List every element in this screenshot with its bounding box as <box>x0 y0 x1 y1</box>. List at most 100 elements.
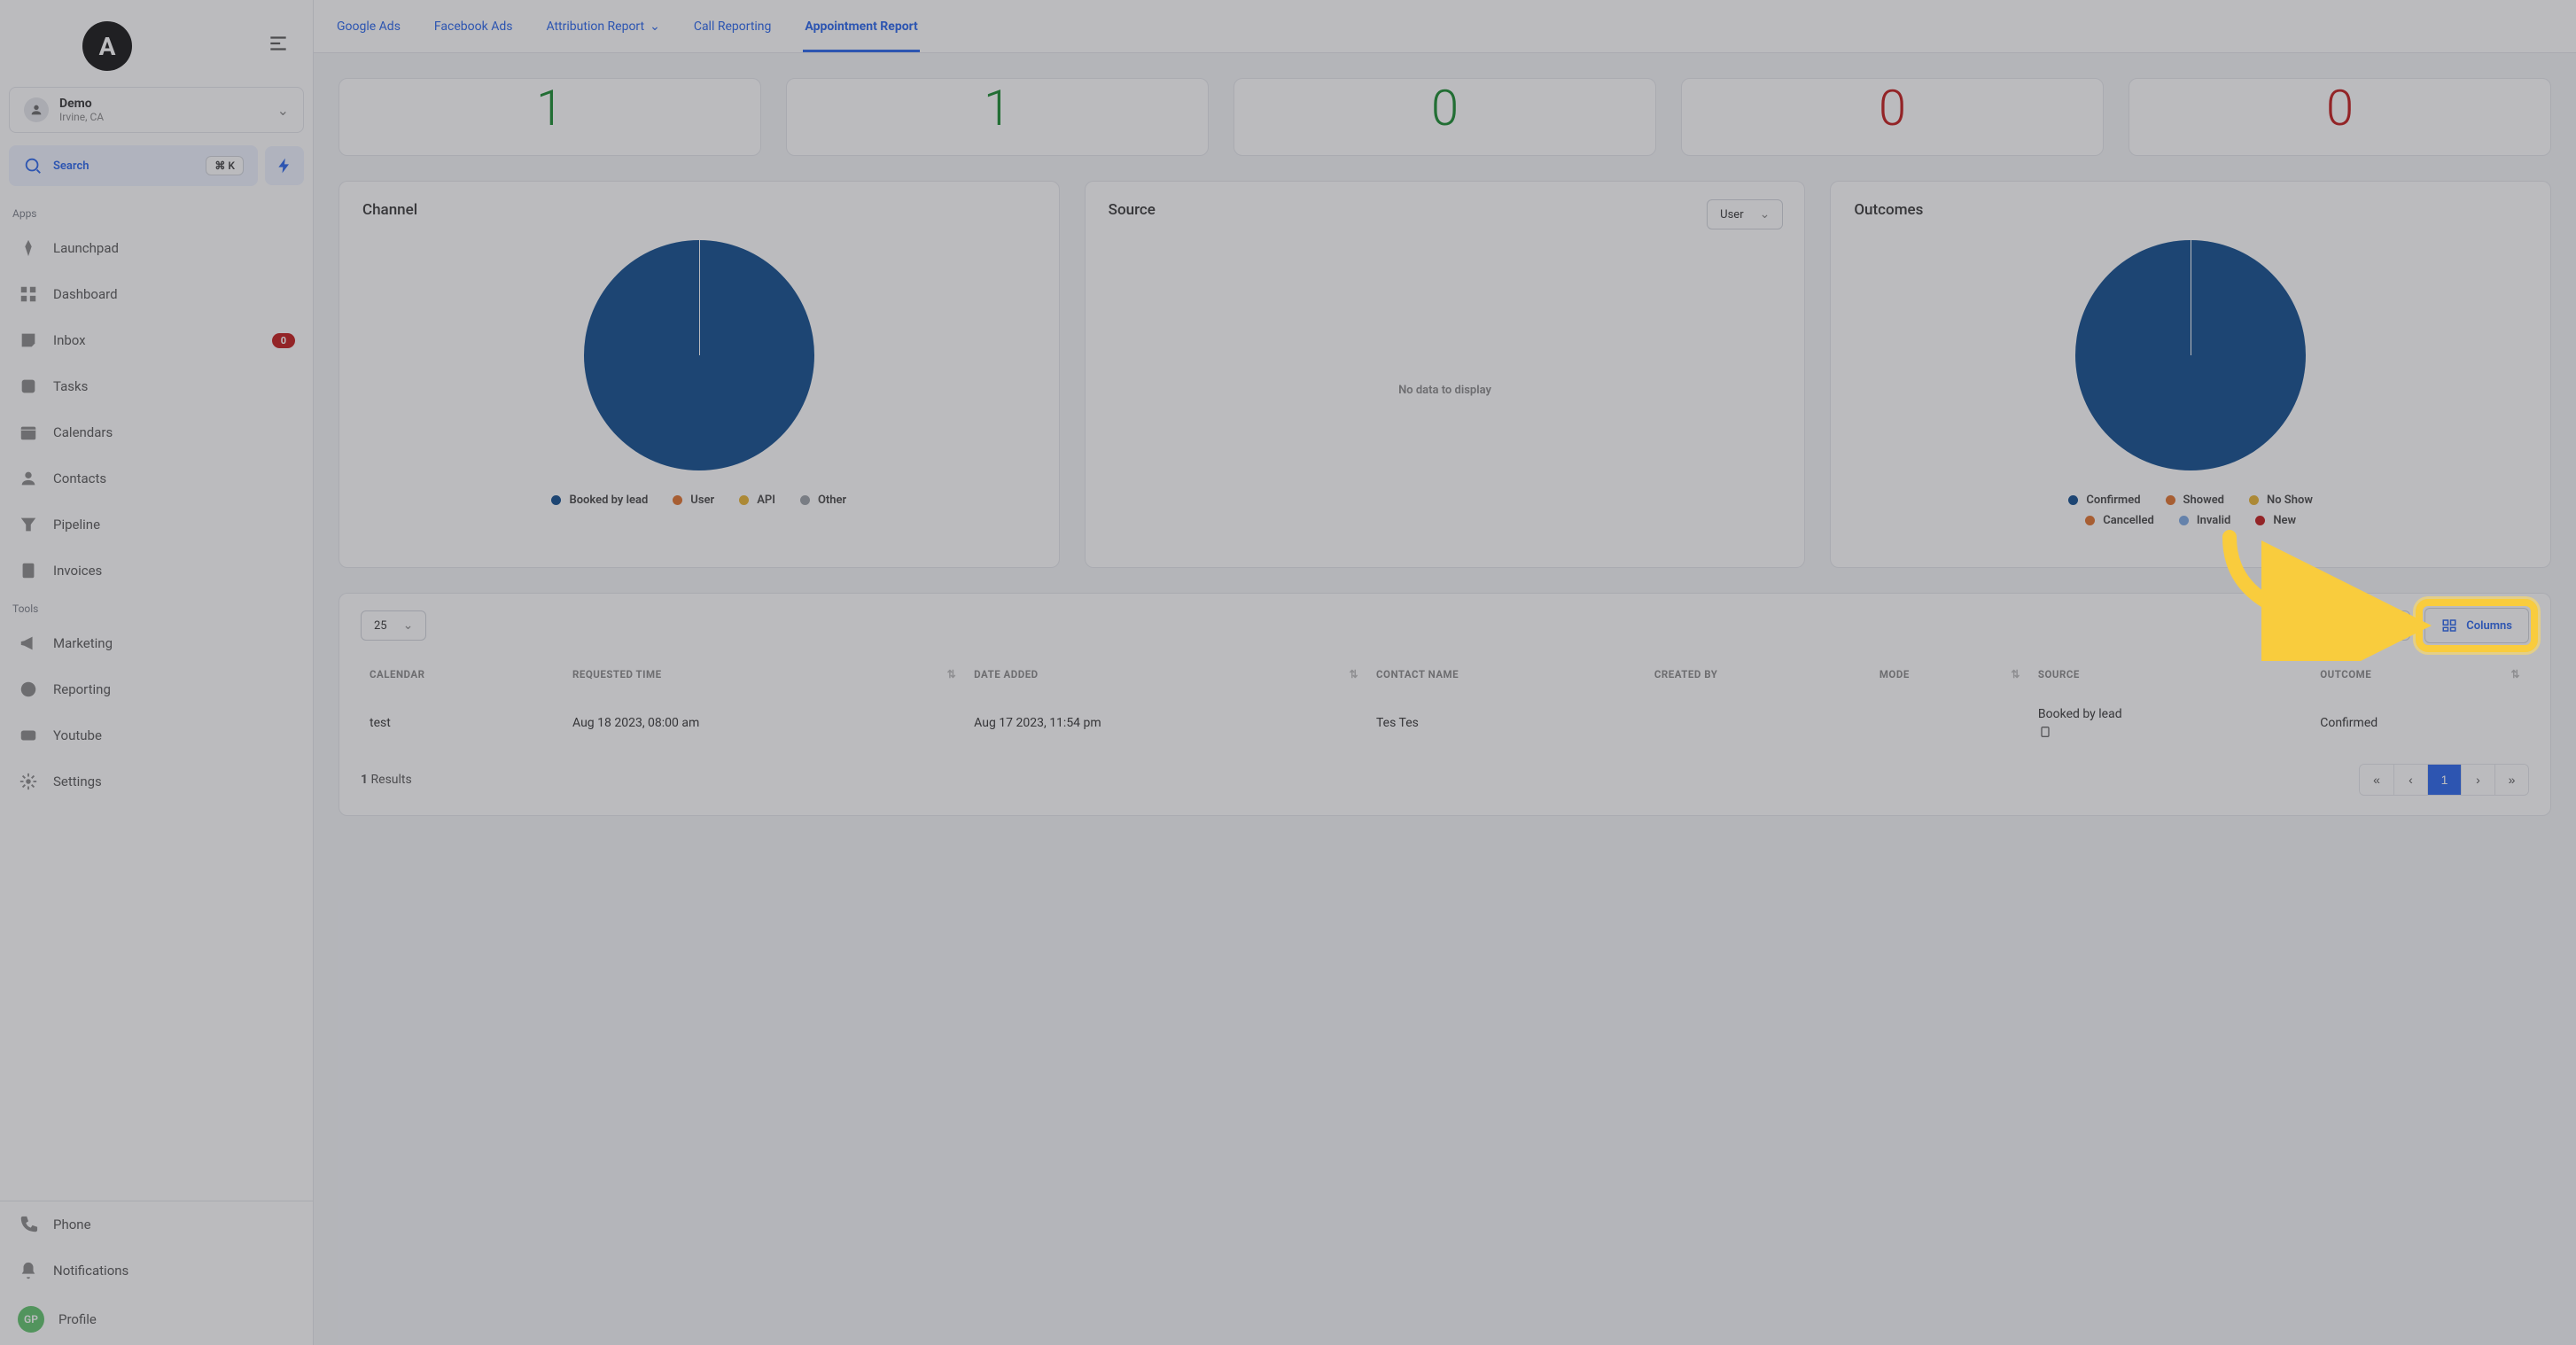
quick-action-button[interactable] <box>265 146 304 185</box>
nav-dashboard[interactable]: Dashboard <box>0 271 313 317</box>
tab-call-reporting[interactable]: Call Reporting <box>692 9 774 52</box>
nav-label: Marketing <box>53 635 113 651</box>
section-apps: Apps <box>0 198 313 225</box>
tab-appointment-report[interactable]: Appointment Report <box>803 9 919 52</box>
dashboard-icon <box>18 284 39 305</box>
nav-label: Notifications <box>53 1263 128 1279</box>
sort-icon: ⇅ <box>947 668 957 680</box>
page-size-dropdown[interactable]: 25 ⌄ <box>361 610 426 641</box>
invoice-icon <box>18 560 39 581</box>
nav-label: Contacts <box>53 470 106 486</box>
legend-swatch <box>673 495 682 505</box>
nav-youtube[interactable]: Youtube <box>0 712 313 758</box>
inbox-badge: 0 <box>272 333 295 348</box>
col-source[interactable]: SOURCE <box>2029 657 2311 691</box>
account-selector[interactable]: Demo Irvine, CA ⌄ <box>9 87 304 133</box>
nav-inbox[interactable]: Inbox 0 <box>0 317 313 363</box>
col-outcome[interactable]: OUTCOME⇅ <box>2311 657 2529 691</box>
kpi-card: 0 <box>1681 78 2104 156</box>
launchpad-icon <box>18 237 39 259</box>
col-mode[interactable]: MODE⇅ <box>1871 657 2029 691</box>
inbox-icon <box>18 330 39 351</box>
nav-label: Pipeline <box>53 517 100 533</box>
cell-mode <box>1871 691 2029 755</box>
nav-launchpad[interactable]: Launchpad <box>0 225 313 271</box>
no-data-message: No data to display <box>1109 233 1782 548</box>
chevron-down-icon: ⌄ <box>403 618 414 633</box>
profile-avatar: GP <box>18 1306 44 1333</box>
legend-swatch <box>2166 495 2175 505</box>
kpi-card: 1 <box>786 78 1209 156</box>
col-requested[interactable]: REQUESTED TIME⇅ <box>564 657 965 691</box>
tab-google-ads[interactable]: Google Ads <box>335 9 402 52</box>
account-name: Demo <box>59 97 104 111</box>
search-icon <box>23 156 43 175</box>
col-contact[interactable]: CONTACT NAME <box>1367 657 1646 691</box>
tab-facebook-ads[interactable]: Facebook Ads <box>432 9 515 52</box>
collapse-icon <box>267 32 290 55</box>
columns-button[interactable]: Columns <box>2424 608 2529 643</box>
nav-marketing[interactable]: Marketing <box>0 620 313 666</box>
search-button[interactable]: Search ⌘ K <box>9 145 258 186</box>
bell-icon <box>18 1260 39 1281</box>
nav-contacts[interactable]: Contacts <box>0 455 313 501</box>
nav-notifications[interactable]: Notifications <box>0 1248 313 1294</box>
legend-item: Invalid <box>2179 514 2230 527</box>
nav-profile[interactable]: GP Profile <box>0 1294 313 1345</box>
collapse-sidebar-button[interactable] <box>261 27 295 66</box>
source-chart: Source User ⌄ No data to display <box>1085 181 1806 568</box>
nav-invoices[interactable]: Invoices <box>0 548 313 594</box>
nav-reporting[interactable]: Reporting <box>0 666 313 712</box>
page-prev[interactable]: ‹ <box>2393 765 2427 795</box>
nav-calendars[interactable]: Calendars <box>0 409 313 455</box>
legend-item: No Show <box>2249 494 2313 507</box>
nav-label: Settings <box>53 774 102 789</box>
appointments-table: 25 ⌄ All ⌄ Columns <box>339 593 2551 816</box>
legend-swatch <box>739 495 749 505</box>
kpi-card: 0 <box>2129 78 2551 156</box>
kpi-card: 0 <box>1234 78 1656 156</box>
account-location: Irvine, CA <box>59 111 104 123</box>
channel-legend: Booked by lead User API Other <box>551 494 846 507</box>
account-avatar-icon <box>24 97 49 122</box>
tab-attribution-report[interactable]: Attribution Report⌄ <box>544 9 661 52</box>
nav-label: Launchpad <box>53 240 119 256</box>
page-last[interactable]: » <box>2494 765 2528 795</box>
page-next[interactable]: › <box>2461 765 2494 795</box>
nav-tasks[interactable]: Tasks <box>0 363 313 409</box>
tasks-icon <box>18 376 39 397</box>
sort-icon: ⇅ <box>1349 668 1358 680</box>
nav-tools: Marketing Reporting Youtube Settings <box>0 620 313 805</box>
kpi-value: 0 <box>1431 79 1459 137</box>
legend-swatch <box>2255 516 2265 525</box>
nav-phone[interactable]: Phone <box>0 1201 313 1248</box>
col-createdby[interactable]: CREATED BY <box>1646 657 1871 691</box>
phone-icon <box>18 1214 39 1235</box>
nav-settings[interactable]: Settings <box>0 758 313 805</box>
chevron-down-icon: ⌄ <box>1760 207 1771 222</box>
lightning-icon <box>276 157 293 175</box>
report-icon <box>18 679 39 700</box>
page-first[interactable]: « <box>2360 765 2393 795</box>
search-shortcut: ⌘ K <box>206 156 244 175</box>
kpi-value: 0 <box>1879 79 1906 137</box>
kpi-value: 1 <box>536 79 564 137</box>
col-added[interactable]: DATE ADDED⇅ <box>965 657 1367 691</box>
section-tools: Tools <box>0 594 313 620</box>
filter-all-dropdown[interactable]: All ⌄ <box>2345 610 2411 641</box>
chevron-down-icon: ⌄ <box>277 102 289 119</box>
page-current[interactable]: 1 <box>2427 765 2461 795</box>
nav-pipeline[interactable]: Pipeline <box>0 501 313 548</box>
cell-added: Aug 17 2023, 11:54 pm <box>965 691 1367 755</box>
chevron-down-icon: ⌄ <box>2387 618 2398 633</box>
sidebar: A Demo Irvine, CA ⌄ Search ⌘ K <box>0 0 314 1345</box>
source-filter-dropdown[interactable]: User ⌄ <box>1707 199 1783 229</box>
top-tabs: Google Ads Facebook Ads Attribution Repo… <box>314 0 2576 53</box>
legend-item: API <box>739 494 775 507</box>
col-calendar[interactable]: CALENDAR <box>361 657 564 691</box>
pagination: « ‹ 1 › » <box>2359 764 2529 796</box>
nav-label: Inbox <box>53 332 86 348</box>
table-row[interactable]: test Aug 18 2023, 08:00 am Aug 17 2023, … <box>361 691 2529 755</box>
legend-swatch <box>551 495 561 505</box>
kpi-value: 0 <box>2326 79 2354 137</box>
